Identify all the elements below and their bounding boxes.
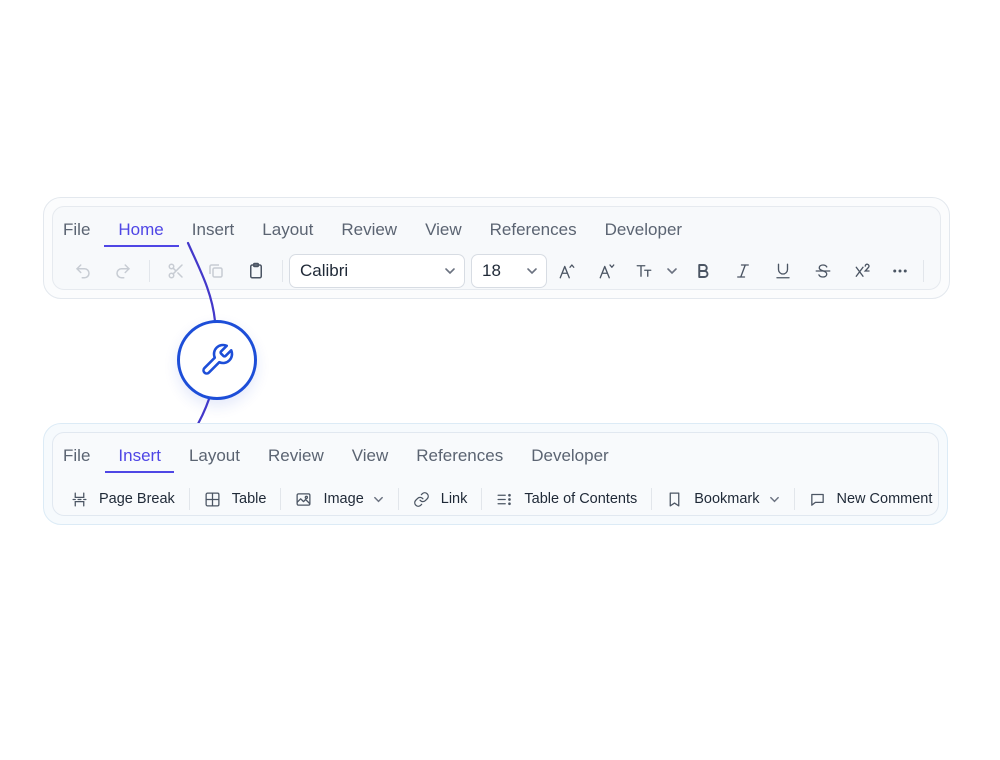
- tab-insert[interactable]: Insert: [105, 445, 174, 475]
- tab-references[interactable]: References: [416, 445, 503, 475]
- tab-developer[interactable]: Developer: [605, 219, 683, 249]
- italic-icon: [737, 264, 749, 278]
- superscript-button[interactable]: [843, 256, 883, 286]
- font-size-select[interactable]: 18: [471, 254, 547, 288]
- bold-button[interactable]: [683, 256, 723, 286]
- link-label: Link: [440, 491, 468, 507]
- table-label: Table: [231, 491, 267, 507]
- strikethrough-button[interactable]: [803, 256, 843, 286]
- table-button[interactable]: Table: [196, 484, 275, 514]
- comment-icon: [810, 493, 824, 506]
- shrink-font-icon: [599, 264, 615, 279]
- home-toolbar: Calibri 18: [63, 253, 930, 289]
- change-case-icon: [636, 265, 652, 277]
- connector-arrow: [166, 241, 217, 465]
- bookmark-icon: [669, 491, 680, 507]
- cut-icon: [168, 263, 183, 279]
- more-button[interactable]: [883, 256, 917, 286]
- toolbar-separator: [149, 260, 150, 282]
- image-button[interactable]: Image: [287, 484, 391, 514]
- copy-icon: [209, 264, 223, 278]
- wrench-badge: [177, 320, 257, 400]
- toolbar-separator: [481, 488, 483, 510]
- paste-button[interactable]: [236, 256, 276, 286]
- chevron-down-icon: [769, 496, 779, 502]
- image-icon: [296, 492, 311, 506]
- chevron-down-icon: [445, 268, 455, 275]
- table-of-contents-button[interactable]: Table of Contents: [488, 484, 645, 514]
- change-case-dropdown[interactable]: [661, 256, 683, 286]
- tab-view[interactable]: View: [425, 219, 462, 249]
- toolbar-separator: [188, 488, 190, 510]
- change-case-button[interactable]: [627, 256, 661, 286]
- table-icon: [205, 491, 220, 507]
- chevron-down-icon: [667, 268, 677, 275]
- new-comment-button[interactable]: New Comment: [801, 484, 941, 514]
- grow-font-icon: [559, 264, 575, 279]
- toolbar-separator: [397, 488, 399, 510]
- undo-button[interactable]: [63, 256, 103, 286]
- redo-button[interactable]: [103, 256, 143, 286]
- tab-layout[interactable]: Layout: [189, 445, 240, 475]
- wrench-icon: [202, 343, 234, 375]
- strikethrough-icon: [815, 264, 831, 278]
- tab-review[interactable]: Review: [268, 445, 324, 475]
- italic-button[interactable]: [723, 256, 763, 286]
- font-size-value: 18: [482, 261, 501, 280]
- home-ribbon: File Home Insert Layout Review View Refe…: [52, 206, 941, 290]
- insert-tab-bar: File Insert Layout Review View Reference…: [63, 445, 637, 475]
- link-button[interactable]: Link: [405, 484, 476, 514]
- paste-icon: [250, 262, 262, 279]
- font-family-select[interactable]: Calibri: [289, 254, 465, 288]
- tab-file[interactable]: File: [63, 219, 90, 249]
- tab-insert[interactable]: Insert: [192, 219, 235, 249]
- superscript-icon: [855, 263, 870, 277]
- underline-icon: [776, 263, 790, 279]
- shrink-font-button[interactable]: [587, 256, 627, 286]
- toolbar-separator: [280, 488, 282, 510]
- tab-home[interactable]: Home: [104, 219, 180, 249]
- table-of-contents-label: Table of Contents: [524, 491, 638, 507]
- underline-button[interactable]: [763, 256, 803, 286]
- bold-icon: [698, 264, 709, 278]
- insert-toolbar: Page Break Table Image Link Table of Con…: [63, 481, 940, 517]
- tab-file[interactable]: File: [63, 445, 90, 475]
- page-break-button[interactable]: Page Break: [63, 484, 183, 514]
- toc-icon: [497, 493, 512, 505]
- home-tab-bar: File Home Insert Layout Review View Refe…: [63, 219, 710, 249]
- image-label: Image: [323, 491, 364, 507]
- redo-icon: [116, 264, 130, 279]
- insert-ribbon: File Insert Layout Review View Reference…: [52, 432, 939, 516]
- undo-icon: [76, 264, 90, 279]
- font-family-value: Calibri: [300, 261, 349, 280]
- link-icon: [413, 491, 429, 507]
- toolbar-separator: [651, 488, 653, 510]
- toolbar-separator: [282, 260, 283, 282]
- home-ribbon-frame: File Home Insert Layout Review View Refe…: [43, 197, 950, 299]
- copy-button[interactable]: [196, 256, 236, 286]
- tab-view[interactable]: View: [352, 445, 389, 475]
- bookmark-button[interactable]: Bookmark: [658, 484, 787, 514]
- page-break-icon: [72, 491, 87, 507]
- tab-developer[interactable]: Developer: [531, 445, 609, 475]
- tab-references[interactable]: References: [490, 219, 577, 249]
- page-break-label: Page Break: [99, 491, 175, 507]
- insert-ribbon-frame: File Insert Layout Review View Reference…: [43, 423, 948, 525]
- cut-button[interactable]: [156, 256, 196, 286]
- bookmark-label: Bookmark: [694, 491, 760, 507]
- chevron-down-icon: [373, 496, 383, 502]
- new-comment-label: New Comment: [836, 491, 933, 507]
- toolbar-separator: [793, 488, 795, 510]
- chevron-down-icon: [527, 268, 537, 275]
- tab-layout[interactable]: Layout: [262, 219, 313, 249]
- toolbar-separator: [923, 260, 924, 282]
- tab-review[interactable]: Review: [341, 219, 397, 249]
- more-icon: [893, 269, 907, 273]
- grow-font-button[interactable]: [547, 256, 587, 286]
